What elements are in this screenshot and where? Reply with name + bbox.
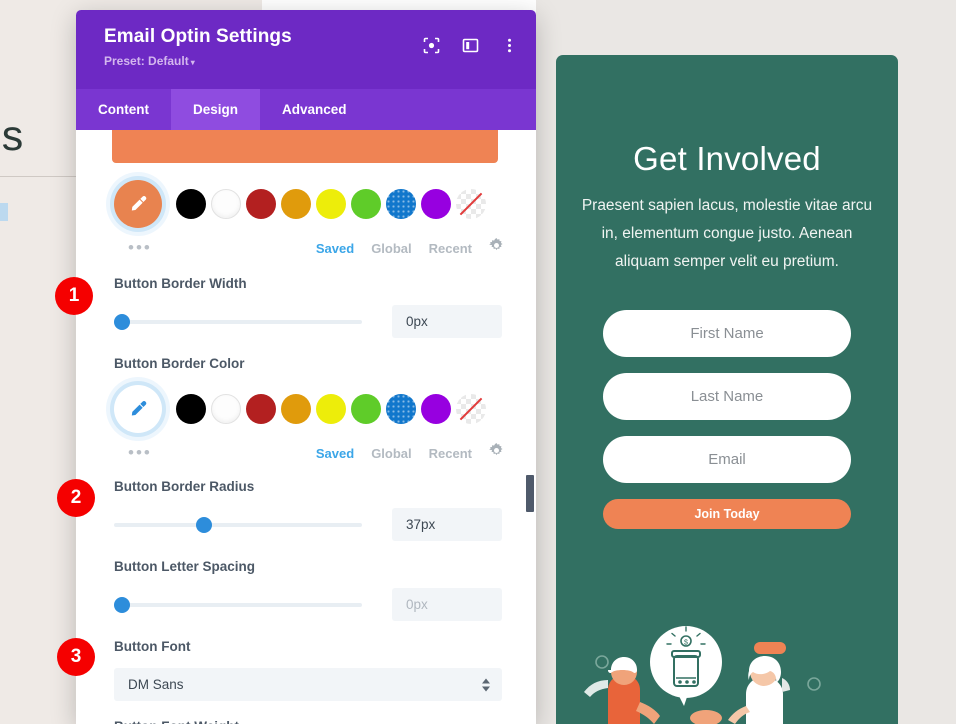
step-badge-2: 2 [57, 479, 95, 517]
step-badge-3: 3 [57, 638, 95, 676]
slider-track [114, 319, 362, 324]
optin-form: First Name Last Name Email Join Today [556, 310, 898, 529]
background-page-heading: aigns [0, 112, 23, 160]
swatch-white[interactable] [211, 189, 241, 219]
last-name-field[interactable]: Last Name [603, 373, 851, 420]
border-radius-input[interactable]: 37px [392, 508, 502, 541]
swatch-green[interactable] [351, 189, 381, 219]
swatch-white[interactable] [211, 394, 241, 424]
chevron-down-icon: ▾ [190, 58, 195, 67]
swatch-black[interactable] [176, 189, 206, 219]
optin-body-text: Praesent sapien lacus, molestie vitae ar… [581, 197, 873, 270]
border-width-slider-row: 0px [114, 305, 504, 338]
email-optin-settings-modal: Email Optin Settings Preset: Default ▾ C… [76, 10, 536, 724]
layout-panel-icon[interactable] [462, 37, 479, 54]
swatch-black[interactable] [176, 394, 206, 424]
swatch-transparent[interactable] [456, 394, 486, 424]
svg-text:$: $ [684, 640, 688, 647]
border-radius-slider-row: 37px [114, 508, 504, 541]
field-button-font-weight: Button Font Weight [114, 719, 504, 724]
modal-header: Email Optin Settings Preset: Default ▾ [76, 10, 536, 89]
swatch-purple[interactable] [421, 189, 451, 219]
palette-tab-saved[interactable]: Saved [316, 241, 354, 256]
modal-header-actions [423, 37, 518, 54]
swatch-amber[interactable] [281, 189, 311, 219]
more-vertical-icon[interactable] [501, 37, 518, 54]
eyedropper-button-background[interactable] [114, 180, 162, 228]
letter-spacing-slider-row: 0px [114, 588, 504, 621]
more-colors-button[interactable]: ••• [128, 444, 152, 461]
slider-track [114, 522, 362, 527]
button-font-select[interactable]: DM Sans [114, 668, 502, 701]
stepper-arrows-icon [482, 678, 490, 691]
swatch-blue[interactable] [386, 189, 416, 219]
field-label-border-width: Button Border Width [114, 276, 247, 291]
modal-tabs: Content Design Advanced [76, 89, 536, 130]
focus-target-icon[interactable] [423, 37, 440, 54]
eyedropper-button-border-color[interactable] [114, 385, 162, 433]
palette-tab-global[interactable]: Global [371, 446, 411, 461]
two-people-donation-jar-illustration: $ [584, 626, 821, 724]
swatch-yellow[interactable] [316, 189, 346, 219]
swatch-dark-red[interactable] [246, 394, 276, 424]
slider-track [114, 602, 362, 607]
slider-thumb[interactable] [114, 313, 130, 330]
border-width-input[interactable]: 0px [392, 305, 502, 338]
slider-thumb[interactable] [196, 516, 212, 533]
swatch-amber[interactable] [281, 394, 311, 424]
scrollbar-thumb[interactable] [526, 475, 534, 512]
background-blue-chip [0, 203, 8, 221]
more-colors-button[interactable]: ••• [128, 239, 152, 256]
field-button-letter-spacing: Button Letter Spacing 0px [114, 559, 504, 621]
palette-tab-global[interactable]: Global [371, 241, 411, 256]
field-label-letter-spacing: Button Letter Spacing [114, 559, 255, 574]
palette-meta-background: ••• Saved Global Recent [114, 238, 504, 258]
swatch-yellow[interactable] [316, 394, 346, 424]
gear-icon[interactable] [489, 443, 504, 463]
field-label-border-color: Button Border Color [114, 356, 245, 371]
preset-selector[interactable]: Preset: Default ▾ [104, 54, 518, 70]
swatch-dark-red[interactable] [246, 189, 276, 219]
preset-label: Preset: Default [104, 54, 189, 68]
palette-row-border-color [114, 385, 504, 433]
palette-meta-border-color: ••• Saved Global Recent [114, 443, 504, 463]
field-button-border-color: Button Border Color ••• Saved Global Rec… [114, 356, 504, 462]
palette-tab-recent[interactable]: Recent [429, 446, 472, 461]
field-label-button-font: Button Font [114, 639, 191, 654]
letter-spacing-slider[interactable] [114, 596, 362, 614]
swatch-blue[interactable] [386, 394, 416, 424]
field-button-border-radius: Button Border Radius 37px [114, 479, 504, 541]
palette-tab-saved[interactable]: Saved [316, 446, 354, 461]
button-font-value: DM Sans [128, 677, 184, 692]
field-button-border-width: Button Border Width 0px [114, 276, 504, 338]
gear-icon[interactable] [489, 238, 504, 258]
first-name-field[interactable]: First Name [603, 310, 851, 357]
tab-content[interactable]: Content [76, 89, 171, 130]
slider-thumb[interactable] [114, 596, 130, 613]
border-width-slider[interactable] [114, 313, 362, 331]
swatch-green[interactable] [351, 394, 381, 424]
swatch-purple[interactable] [421, 394, 451, 424]
background-color-picker: ••• Saved Global Recent [114, 180, 504, 257]
field-button-font: Button Font DM Sans [114, 639, 504, 701]
field-label-button-font-weight: Button Font Weight [114, 719, 504, 724]
tab-advanced[interactable]: Advanced [260, 89, 369, 130]
palette-tab-recent[interactable]: Recent [429, 241, 472, 256]
tab-design[interactable]: Design [171, 89, 261, 130]
letter-spacing-input[interactable]: 0px [392, 588, 502, 621]
modal-body-scroll-area: ••• Saved Global Recent Button Border Wi… [76, 130, 536, 724]
palette-row-background [114, 180, 504, 228]
color-preview-block[interactable] [112, 130, 498, 163]
border-radius-slider[interactable] [114, 516, 362, 534]
optin-module-preview: Get Involved Praesent sapien lacus, mole… [556, 55, 898, 724]
scrollbar-track[interactable] [526, 130, 535, 724]
email-field[interactable]: Email [603, 436, 851, 483]
optin-title: Get Involved [633, 140, 821, 177]
field-label-border-radius: Button Border Radius [114, 479, 255, 494]
swatch-transparent[interactable] [456, 189, 486, 219]
join-today-button[interactable]: Join Today [603, 499, 851, 529]
step-badge-1: 1 [55, 277, 93, 315]
